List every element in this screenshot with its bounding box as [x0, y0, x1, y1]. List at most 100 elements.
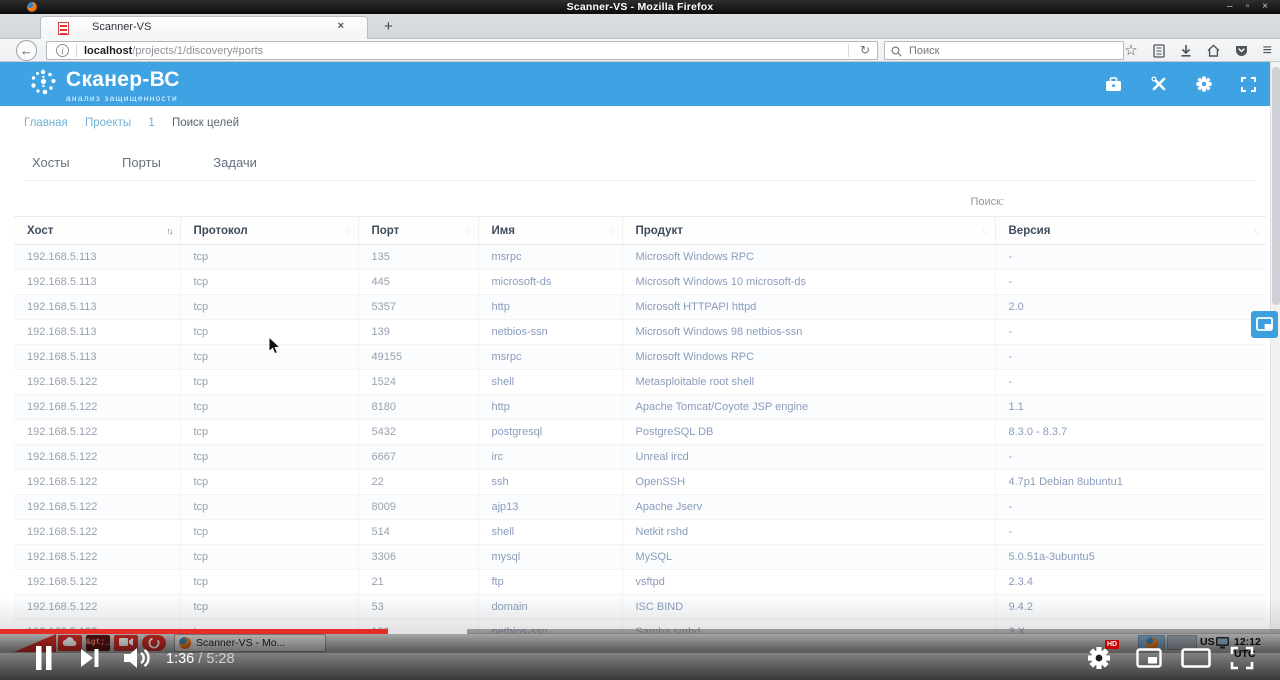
table-row[interactable]: 192.168.5.122 tcp 6667 irc Unreal ircd - — [14, 444, 1266, 470]
tab-favicon-icon — [58, 22, 69, 35]
library-icon[interactable] — [1153, 43, 1165, 58]
browser-tab-bar: Scanner-VS × + — [0, 14, 1280, 39]
column-header-port[interactable]: Порт ↑↓ — [358, 216, 479, 245]
cell-host: 192.168.5.122 — [14, 494, 181, 520]
settings-gear-icon[interactable] — [1196, 76, 1212, 92]
new-tab-button[interactable]: + — [384, 18, 393, 35]
breadcrumb-projects[interactable]: Проекты — [85, 117, 131, 129]
url-text: localhost/projects/1/discovery#ports — [84, 45, 264, 57]
pause-button[interactable] — [34, 646, 54, 670]
player-settings-icon[interactable] — [1087, 646, 1111, 670]
vertical-scrollbar[interactable] — [1270, 62, 1280, 633]
table-row[interactable]: 192.168.5.122 tcp 8009 ajp13 Apache Jserv - — [14, 494, 1266, 520]
fullscreen-expand-icon[interactable] — [1241, 76, 1256, 92]
brand-name[interactable]: Сканер-ВС — [66, 68, 180, 92]
table-row[interactable]: 192.168.5.122 tcp 3306 mysql MySQL 5.0.51a-3u… — [14, 544, 1266, 570]
briefcase-icon[interactable] — [1105, 76, 1122, 92]
tools-icon[interactable] — [1151, 76, 1167, 92]
miniplayer-button[interactable] — [1136, 648, 1162, 668]
cell-name: http — [478, 294, 623, 320]
cell-protocol: tcp — [180, 269, 359, 295]
table-row[interactable]: 192.168.5.122 tcp 8180 http Apache Tomcat/Co… — [14, 394, 1266, 420]
breadcrumb: Главная Проекты 1 Поиск целей — [24, 117, 239, 129]
table-row[interactable]: 192.168.5.113 tcp 5357 http Microsoft HTTPAP… — [14, 294, 1266, 320]
browser-search-box[interactable] — [884, 41, 1124, 60]
cell-protocol: tcp — [180, 494, 359, 520]
cell-name: msrpc — [478, 344, 623, 370]
cell-name: postgresql — [478, 419, 623, 445]
reload-icon[interactable]: ↻ — [860, 42, 870, 59]
browser-search-input[interactable] — [909, 43, 1109, 58]
scrollbar-thumb[interactable] — [1272, 67, 1280, 305]
tab-ports[interactable]: Порты — [122, 148, 161, 177]
fullscreen-button[interactable] — [1230, 646, 1254, 670]
site-info-icon[interactable]: i — [56, 44, 69, 57]
cell-host: 192.168.5.113 — [14, 244, 181, 270]
cell-host: 192.168.5.122 — [14, 469, 181, 495]
table-row[interactable]: 192.168.5.122 tcp 5432 postgresql PostgreSQL… — [14, 419, 1266, 445]
cell-host: 192.168.5.113 — [14, 344, 181, 370]
home-icon[interactable] — [1207, 44, 1220, 57]
table-row[interactable]: 192.168.5.113 tcp 49155 msrpc Microsoft Wind… — [14, 344, 1266, 370]
url-bar[interactable]: i localhost/projects/1/discovery#ports ↻ — [46, 41, 878, 60]
table-search: Поиск: — [970, 193, 1130, 208]
tab-close-icon[interactable]: × — [338, 20, 344, 32]
table-row[interactable]: 192.168.5.113 tcp 445 microsoft-ds Microsoft… — [14, 269, 1266, 295]
cell-port: 445 — [358, 269, 479, 295]
cell-port: 514 — [358, 519, 479, 545]
downloads-icon[interactable] — [1180, 44, 1192, 57]
breadcrumb-project-id[interactable]: 1 — [148, 117, 154, 129]
side-panel-toggle-button[interactable] — [1251, 311, 1278, 338]
maximize-button[interactable]: ▫ — [1246, 0, 1250, 14]
progress-played — [0, 629, 388, 634]
back-button[interactable]: ← — [16, 40, 37, 61]
table-row[interactable]: 192.168.5.113 tcp 135 msrpc Microsoft Window… — [14, 244, 1266, 270]
column-header-host[interactable]: Хост ↑↓ — [14, 216, 181, 245]
table-search-label: Поиск: — [970, 196, 1004, 208]
next-video-button[interactable] — [80, 648, 100, 668]
table-row[interactable]: 192.168.5.122 tcp 21 ftp vsftpd 2.3.4 — [14, 569, 1266, 595]
cell-protocol: tcp — [180, 444, 359, 470]
table-row[interactable]: 192.168.5.122 tcp 514 shell Netkit rshd - — [14, 519, 1266, 545]
column-header-name[interactable]: Имя ↑↓ — [478, 216, 623, 245]
ports-table-body: 192.168.5.113 tcp 135 msrpc Microsoft Window… — [14, 244, 1266, 645]
cell-product: Unreal ircd — [622, 444, 996, 470]
cell-version: 5.0.51a-3ubuntu5 — [995, 544, 1266, 570]
cell-name: ssh — [478, 469, 623, 495]
cell-version: 9.4.2 — [995, 594, 1266, 620]
table-search-input[interactable] — [1012, 193, 1130, 208]
cell-host: 192.168.5.122 — [14, 594, 181, 620]
column-header-protocol[interactable]: Протокол ↑↓ — [180, 216, 359, 245]
cell-name: shell — [478, 519, 623, 545]
cell-version: 1.1 — [995, 394, 1266, 420]
browser-tab[interactable]: Scanner-VS × — [40, 16, 368, 39]
volume-button[interactable] — [122, 646, 152, 670]
menu-icon[interactable]: ≡ — [1263, 39, 1272, 62]
cell-product: OpenSSH — [622, 469, 996, 495]
minimize-button[interactable]: – — [1227, 0, 1233, 14]
tab-tasks[interactable]: Задачи — [213, 148, 257, 177]
video-progress-bar[interactable] — [0, 629, 1280, 634]
column-header-version[interactable]: Версия ↑↓ — [995, 216, 1266, 245]
ports-table: Хост ↑↓ Протокол ↑↓ Порт ↑↓ Имя ↑↓ Продукт ↑↓… — [14, 216, 1266, 645]
cell-host: 192.168.5.113 — [14, 294, 181, 320]
theater-mode-button[interactable] — [1181, 648, 1211, 668]
cell-version: 8.3.0 - 8.3.7 — [995, 419, 1266, 445]
bookmark-star-icon[interactable]: ☆ — [1124, 39, 1137, 62]
table-row[interactable]: 192.168.5.122 tcp 53 domain ISC BIND 9.4.2 — [14, 594, 1266, 620]
table-row[interactable]: 192.168.5.122 tcp 22 ssh OpenSSH 4.7p1 Debian… — [14, 469, 1266, 495]
sort-icon: ↑↓ — [464, 226, 472, 236]
cell-product: Apache Tomcat/Coyote JSP engine — [622, 394, 996, 420]
cell-version: - — [995, 494, 1266, 520]
tab-hosts[interactable]: Хосты — [32, 148, 70, 177]
pocket-icon[interactable] — [1235, 44, 1248, 57]
column-header-product[interactable]: Продукт ↑↓ — [622, 216, 996, 245]
close-button[interactable]: × — [1262, 0, 1268, 14]
table-row[interactable]: 192.168.5.113 tcp 139 netbios-ssn Microsoft … — [14, 319, 1266, 345]
picture-in-picture-icon — [1256, 317, 1273, 331]
cell-host: 192.168.5.122 — [14, 419, 181, 445]
sort-icon: ↑↓ — [1253, 226, 1260, 236]
table-row[interactable]: 192.168.5.122 tcp 1524 shell Metasploitable … — [14, 369, 1266, 395]
cell-port: 5432 — [358, 419, 479, 445]
breadcrumb-home[interactable]: Главная — [24, 117, 68, 129]
